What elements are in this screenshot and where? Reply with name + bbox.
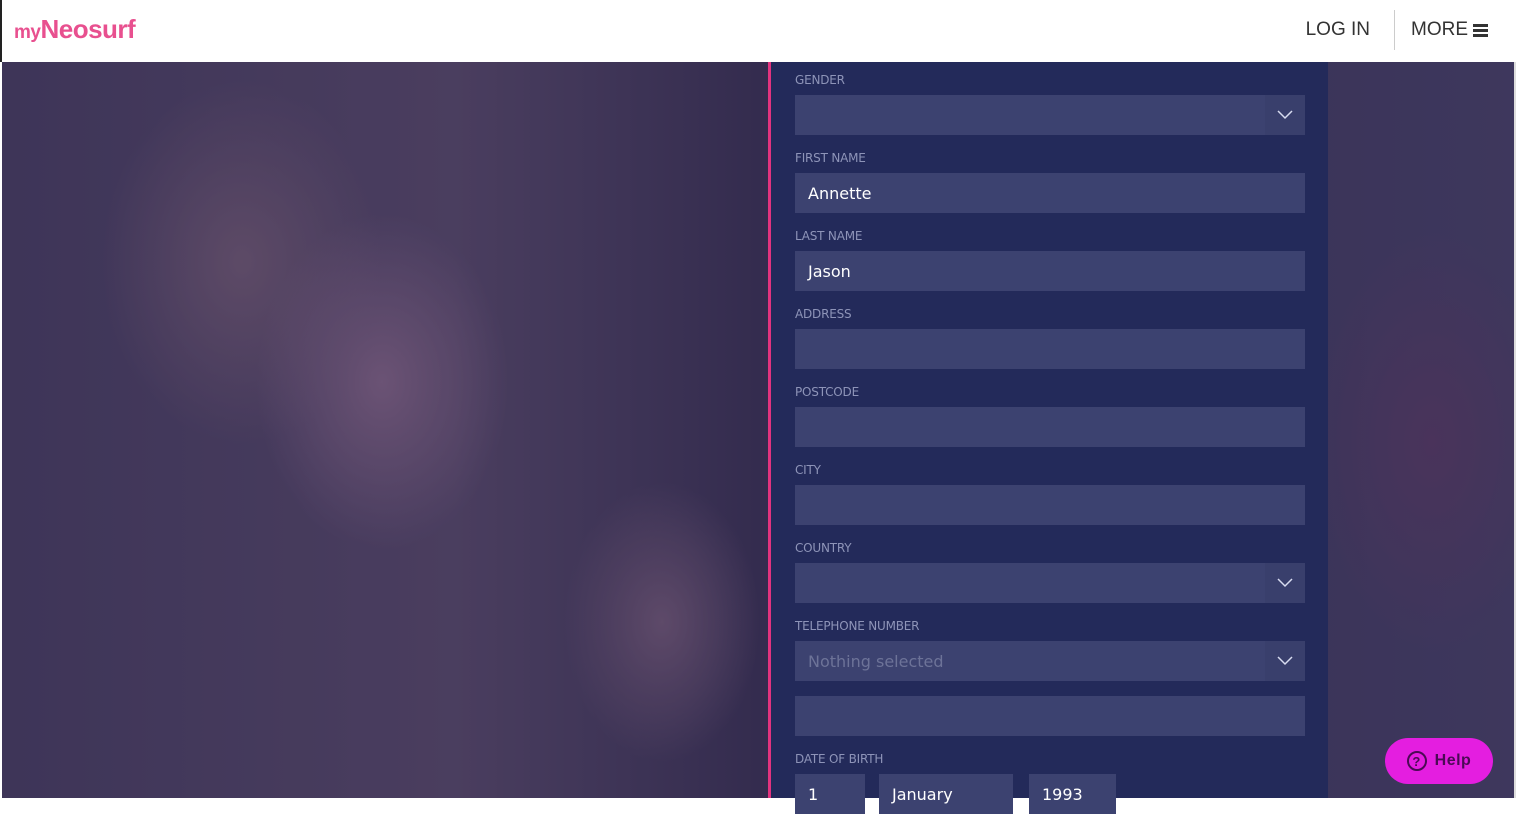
phone-number-input[interactable] bbox=[795, 696, 1305, 736]
question-circle-icon: ? bbox=[1406, 751, 1427, 771]
first-name-field: FIRST NAME Annette bbox=[795, 151, 1305, 213]
registration-form: GENDER FIRST NAME Annette LAST NAME Jaso… bbox=[768, 62, 1328, 814]
gender-field: GENDER bbox=[795, 73, 1305, 135]
more-menu-button[interactable]: MORE bbox=[1395, 19, 1488, 41]
last-name-input[interactable]: Jason bbox=[795, 251, 1305, 291]
telephone-label: TELEPHONE NUMBER bbox=[795, 619, 920, 633]
more-label: MORE bbox=[1411, 19, 1468, 40]
dob-field: DATE OF BIRTH 1 January 1993 bbox=[795, 752, 1305, 814]
help-label: Help bbox=[1434, 752, 1472, 769]
last-name-label: LAST NAME bbox=[795, 229, 863, 243]
logo-prefix: my bbox=[14, 22, 41, 43]
phone-prefix-select[interactable]: Nothing selected bbox=[795, 641, 1305, 681]
country-select[interactable] bbox=[795, 563, 1305, 603]
postcode-input[interactable] bbox=[795, 407, 1305, 447]
chevron-down-icon bbox=[1265, 95, 1305, 135]
logo-brand: Neosurf bbox=[40, 14, 136, 44]
first-name-label: FIRST NAME bbox=[795, 151, 866, 165]
country-label: COUNTRY bbox=[795, 541, 852, 555]
logo[interactable]: myNeosurf bbox=[14, 14, 136, 45]
first-name-input[interactable]: Annette bbox=[795, 173, 1305, 213]
help-button[interactable]: ? Help bbox=[1385, 738, 1493, 784]
nav-links: LOG IN MORE bbox=[1306, 10, 1488, 50]
postcode-field: POSTCODE bbox=[795, 385, 1305, 447]
hamburger-icon bbox=[1473, 24, 1488, 37]
dob-label: DATE OF BIRTH bbox=[795, 752, 884, 766]
top-navbar: myNeosurf LOG IN MORE bbox=[0, 0, 1516, 62]
country-field: COUNTRY bbox=[795, 541, 1305, 603]
postcode-label: POSTCODE bbox=[795, 385, 859, 399]
dob-month-select[interactable]: January bbox=[879, 774, 1013, 814]
city-field: CITY bbox=[795, 463, 1305, 525]
address-field: ADDRESS bbox=[795, 307, 1305, 369]
chevron-down-icon bbox=[1265, 563, 1305, 603]
gender-select[interactable] bbox=[795, 95, 1305, 135]
address-label: ADDRESS bbox=[795, 307, 852, 321]
telephone-field: TELEPHONE NUMBER Nothing selected bbox=[795, 619, 1305, 736]
chevron-down-icon bbox=[1265, 641, 1305, 681]
gender-label: GENDER bbox=[795, 73, 845, 87]
login-link[interactable]: LOG IN bbox=[1306, 19, 1394, 41]
last-name-field: LAST NAME Jason bbox=[795, 229, 1305, 291]
city-label: CITY bbox=[795, 463, 821, 477]
city-input[interactable] bbox=[795, 485, 1305, 525]
address-input[interactable] bbox=[795, 329, 1305, 369]
phone-prefix-placeholder: Nothing selected bbox=[808, 651, 944, 671]
dob-day-select[interactable]: 1 bbox=[795, 774, 865, 814]
dob-year-select[interactable]: 1993 bbox=[1029, 774, 1116, 814]
